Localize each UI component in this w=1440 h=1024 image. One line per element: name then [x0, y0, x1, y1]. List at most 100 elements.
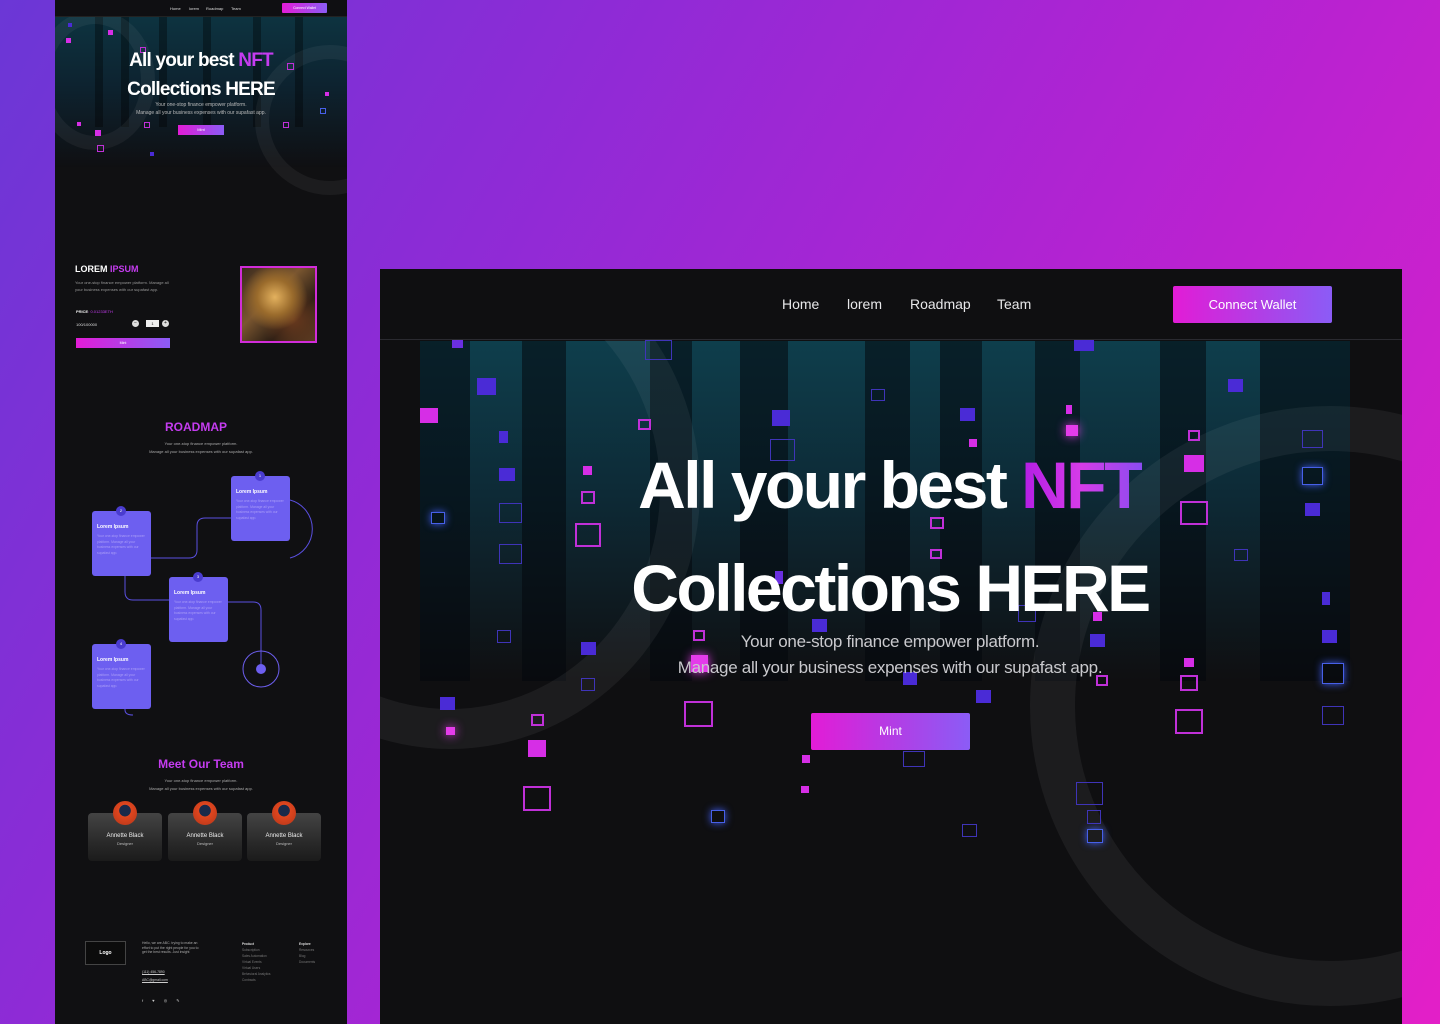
- nav-roadmap[interactable]: Roadmap: [910, 296, 971, 312]
- pixel-square: [638, 419, 651, 430]
- pixel-square: [1302, 430, 1323, 448]
- pixel-square: [1066, 405, 1072, 414]
- team-member-role: Designer: [116, 841, 133, 846]
- roadmap-card-description: Your one-stop finance empower platform. …: [97, 534, 145, 555]
- pixel-square: [903, 751, 925, 767]
- mini-nav-roadmap[interactable]: Roadmap: [206, 6, 223, 11]
- avatar: [193, 801, 217, 825]
- mini-roadmap-subtitle: Your one-stop finance empower platform. M…: [95, 440, 307, 456]
- pixel-square: [431, 512, 445, 524]
- pixel-square: [1074, 340, 1094, 351]
- pixel-square: [1302, 467, 1323, 485]
- pixel-square: [1076, 782, 1103, 805]
- pixel-square: [420, 408, 438, 423]
- pixel-square: [440, 697, 455, 710]
- mini-roadmap-title: ROADMAP: [165, 420, 227, 434]
- mini-qty-minus-button[interactable]: −: [132, 320, 139, 327]
- roadmap-card-1: 1 Lorem Ipsum Your one-stop finance empo…: [231, 471, 290, 541]
- avatar: [272, 801, 296, 825]
- mini-team-sub-line2: Manage all your business expenses with o…: [149, 786, 253, 791]
- footer-logo[interactable]: Logo: [85, 941, 126, 965]
- mini-lorem-title-part1: LOREM: [75, 264, 110, 274]
- team-member-card: Annette Black Designer: [247, 801, 321, 861]
- nav-home[interactable]: Home: [782, 296, 819, 312]
- roadmap-card-description: Your one-stop finance empower platform. …: [97, 667, 145, 688]
- pixel-square: [1087, 829, 1103, 843]
- pixel-square: [1234, 549, 1248, 561]
- mini-mint-count: 100/100000: [76, 322, 98, 327]
- pixel-square: [1322, 630, 1337, 643]
- roadmap-card-3: 3 Lorem Ipsum Your one-stop finance empo…: [169, 572, 228, 642]
- mini-lorem-mint-button[interactable]: Mint: [76, 338, 170, 348]
- nav-team[interactable]: Team: [997, 296, 1031, 312]
- pixel-square: [1175, 709, 1203, 734]
- mini-pixel: [325, 92, 329, 96]
- footer-about-text: Hello, we are ABC. trying to make an eff…: [142, 941, 199, 955]
- nft-artwork-image: [240, 266, 317, 343]
- team-member-card: Annette Black Designer: [168, 801, 242, 861]
- pixel-square: [531, 714, 544, 726]
- mini-hero-title-part2: Collections HERE: [127, 79, 275, 100]
- footer-link[interactable]: Contracts: [242, 977, 271, 983]
- footer-link[interactable]: Documents: [299, 959, 315, 965]
- hero-sub-line1: Your one-stop finance empower platform.: [740, 632, 1040, 651]
- hero-subtitle: Your one-stop finance empower platform. M…: [610, 629, 1170, 681]
- footer-social-icons[interactable]: f ♥ ◎ ✎: [142, 998, 184, 1003]
- team-member-name: Annette Black: [106, 833, 144, 839]
- mini-qty-input[interactable]: 1: [146, 320, 159, 327]
- pixel-square: [976, 690, 991, 703]
- hero-preview: Home lorem Roadmap Team Connect Wallet A…: [380, 269, 1402, 1024]
- pixel-square: [1305, 503, 1320, 516]
- mini-nav-home[interactable]: Home: [170, 6, 181, 11]
- mini-nav-team[interactable]: Team: [231, 6, 241, 11]
- pixel-square: [499, 544, 522, 564]
- pixel-square: [801, 786, 809, 793]
- mini-pixel: [320, 108, 326, 114]
- mini-pixel: [68, 23, 72, 27]
- hero-title-part1: All your best: [638, 448, 1022, 522]
- mini-pixel: [108, 30, 113, 35]
- avatar: [113, 801, 137, 825]
- pixel-square: [446, 727, 455, 735]
- mini-lorem-title-part2: IPSUM: [110, 264, 139, 274]
- mint-button[interactable]: Mint: [811, 713, 970, 750]
- mini-pixel: [97, 145, 104, 152]
- mini-team-subtitle: Your one-stop finance empower platform. M…: [95, 777, 307, 793]
- footer-phone-link[interactable]: (111) 456-7890: [142, 970, 165, 974]
- hero-sub-line2: Manage all your business expenses with o…: [677, 658, 1103, 677]
- mini-hero-title: All your best NFT Collections HERE: [95, 46, 307, 104]
- pixel-square: [452, 340, 463, 348]
- pixel-square: [962, 824, 977, 837]
- mini-qty-plus-button[interactable]: +: [162, 320, 169, 327]
- pixel-square: [645, 340, 672, 360]
- roadmap-card-description: Your one-stop finance empower platform. …: [174, 600, 222, 621]
- pixel-square: [1228, 379, 1243, 392]
- pixel-square: [960, 408, 975, 421]
- roadmap-card-title: Lorem Ipsum: [97, 657, 129, 663]
- mini-hero-mint-button[interactable]: Mint: [178, 125, 224, 135]
- mini-roadmap-sub-line1: Your one-stop finance empower platform.: [164, 441, 238, 446]
- pixel-square: [1322, 706, 1344, 725]
- roadmap-card-4: 4 Lorem Ipsum Your one-stop finance empo…: [92, 639, 151, 709]
- mini-pixel: [150, 152, 154, 156]
- connect-wallet-button[interactable]: Connect Wallet: [1173, 286, 1332, 323]
- pixel-square: [581, 642, 596, 655]
- footer-column-product: Product Subscription Sales Automation Vi…: [242, 941, 271, 983]
- nav-lorem[interactable]: lorem: [847, 296, 882, 312]
- roadmap-card-number: 2: [116, 506, 126, 516]
- pixel-square: [497, 630, 511, 643]
- footer-email-link[interactable]: ABC@gmail.com: [142, 978, 168, 982]
- mini-lorem-description: Your one-stop finance empower platform. …: [75, 280, 169, 292]
- pixel-square: [1180, 675, 1198, 691]
- mini-connect-wallet-button[interactable]: Connect Wallet: [282, 3, 327, 13]
- team-member-name: Annette Black: [186, 833, 224, 839]
- team-member-name: Annette Black: [265, 833, 303, 839]
- pixel-square: [499, 468, 515, 481]
- roadmap-card-number: 3: [193, 572, 203, 582]
- roadmap-card-title: Lorem Ipsum: [236, 489, 268, 495]
- mini-nav-lorem[interactable]: lorem: [189, 6, 199, 11]
- pixel-square: [684, 701, 713, 727]
- pixel-square: [1087, 810, 1101, 824]
- hero-title-nft: NFT: [1021, 448, 1144, 522]
- pixel-square: [523, 786, 551, 811]
